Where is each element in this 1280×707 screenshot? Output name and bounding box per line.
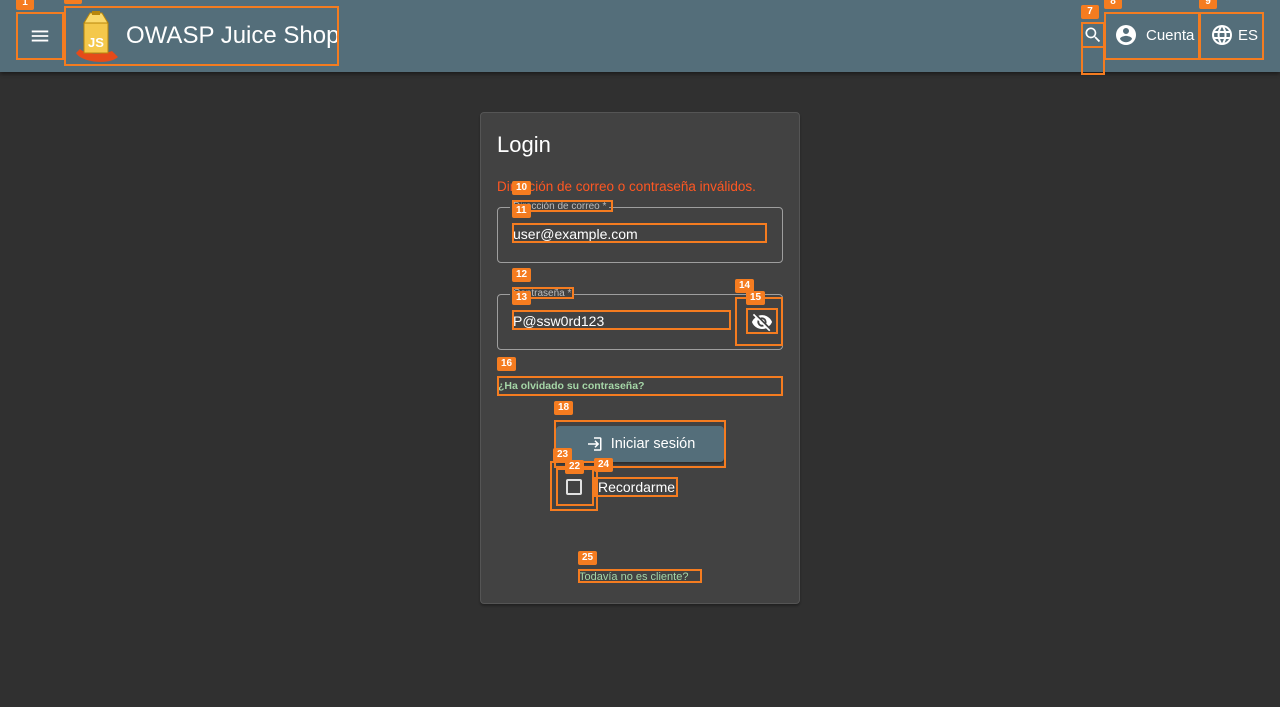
marker-badge: 2 [64,0,82,4]
home-logo-link[interactable]: JS OWASP Juice Shop [66,8,339,64]
login-icon [587,437,602,451]
app-title: OWASP Juice Shop [126,22,340,49]
marker-badge: 24 [594,458,614,472]
marker-badge: 12 [512,268,532,282]
login-error-message: Dirección de correo o contraseña inválid… [497,179,756,194]
marker-badge: 25 [578,551,598,565]
email-input[interactable] [513,225,765,243]
visibility-off-icon [751,313,773,332]
marker-badge: 7 [1081,5,1099,19]
account-label: Cuenta [1146,26,1195,44]
remember-me-checkbox[interactable] [566,479,582,495]
search-icon [1085,27,1101,43]
juice-shop-logo-icon: JS [76,11,118,62]
toggle-password-visibility-button[interactable] [746,308,778,336]
marker-badge: 8 [1104,0,1122,9]
account-button[interactable]: Cuenta [1108,12,1198,58]
marker-badge: 10 [512,181,532,195]
menu-button[interactable] [18,14,62,58]
marker-badge: 22 [565,460,585,474]
language-button[interactable]: ES [1202,12,1262,58]
account-circle-icon [1116,25,1136,45]
marker-badge: 15 [746,291,766,305]
svg-text:JS: JS [88,35,104,50]
language-label: ES [1238,26,1259,44]
login-button[interactable]: Iniciar sesión [556,426,724,462]
forgot-password-link[interactable]: ¿Ha olvidado su contraseña? [498,380,644,392]
remember-me-label[interactable]: Recordarme [598,479,675,495]
marker-badge: 16 [497,357,517,371]
register-link[interactable]: Todavía no es cliente? [579,571,688,583]
menu-icon [31,30,49,42]
login-button-label: Iniciar sesión [610,436,696,452]
marker-badge: 9 [1199,0,1217,9]
marker-badge: 18 [554,401,574,415]
password-input[interactable] [513,312,729,330]
marker-badge: 13 [512,291,532,305]
search-button[interactable] [1082,24,1104,46]
globe-icon [1212,25,1232,45]
marker-badge: 11 [512,204,531,218]
marker-badge: 1 [16,0,34,10]
login-title: Login [497,132,551,157]
